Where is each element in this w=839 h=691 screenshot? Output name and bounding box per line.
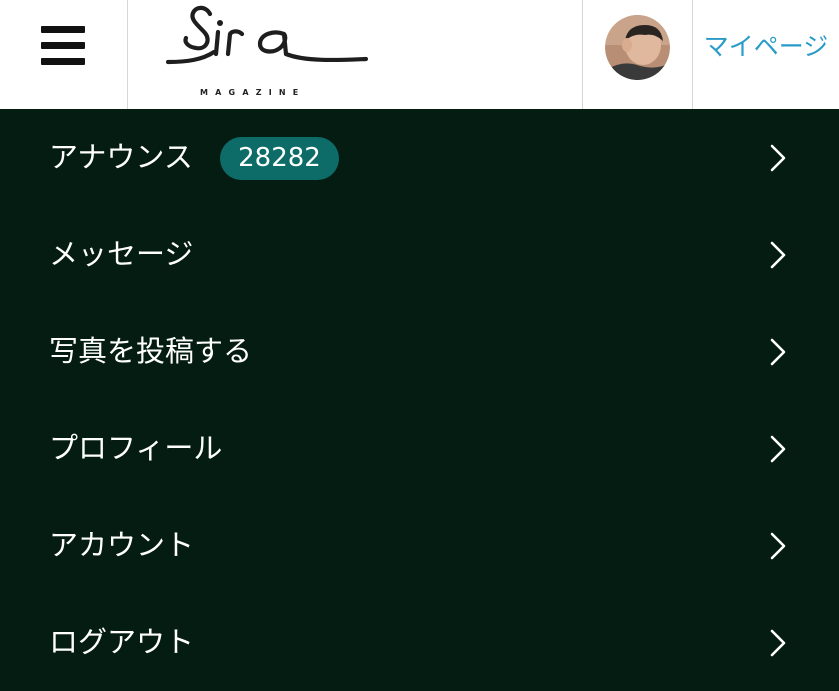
chevron-right-icon	[770, 338, 786, 366]
avatar	[605, 15, 670, 80]
mypage-link[interactable]: マイページ	[693, 0, 839, 90]
menu-item-label: プロフィール	[49, 431, 223, 465]
chevron-right-icon	[770, 144, 786, 172]
menu-toggle-button[interactable]	[0, 0, 128, 109]
app-header: MAGAZINE マイページ	[0, 0, 839, 109]
site-logo[interactable]: MAGAZINE	[160, 0, 375, 109]
chevron-right-icon	[770, 241, 786, 269]
menu-item-profile[interactable]: プロフィール	[0, 400, 839, 497]
logo-wordmark	[166, 5, 369, 65]
menu-item-label: メッセージ	[49, 237, 194, 271]
logo-tagline: MAGAZINE	[200, 88, 306, 97]
menu-item-account[interactable]: アカウント	[0, 497, 839, 594]
menu-item-label: アナウンス	[49, 140, 193, 174]
menu-item-announce[interactable]: アナウンス 28282	[0, 109, 839, 206]
menu-item-label: アカウント	[49, 528, 195, 562]
side-menu: アナウンス 28282 メッセージ 写真を投稿する プロフィール アカウント ロ…	[0, 109, 839, 675]
menu-item-messages[interactable]: メッセージ	[0, 206, 839, 303]
menu-item-label: 写真を投稿する	[49, 334, 253, 368]
chevron-right-icon	[770, 532, 786, 560]
menu-item-logout[interactable]: ログアウト	[0, 594, 839, 691]
announce-count-badge: 28282	[220, 137, 339, 180]
hamburger-icon	[41, 26, 85, 66]
user-avatar-button[interactable]	[582, 0, 693, 109]
menu-item-post-photo[interactable]: 写真を投稿する	[0, 303, 839, 400]
chevron-right-icon	[770, 629, 786, 657]
menu-item-label: ログアウト	[49, 625, 195, 659]
chevron-right-icon	[770, 435, 786, 463]
